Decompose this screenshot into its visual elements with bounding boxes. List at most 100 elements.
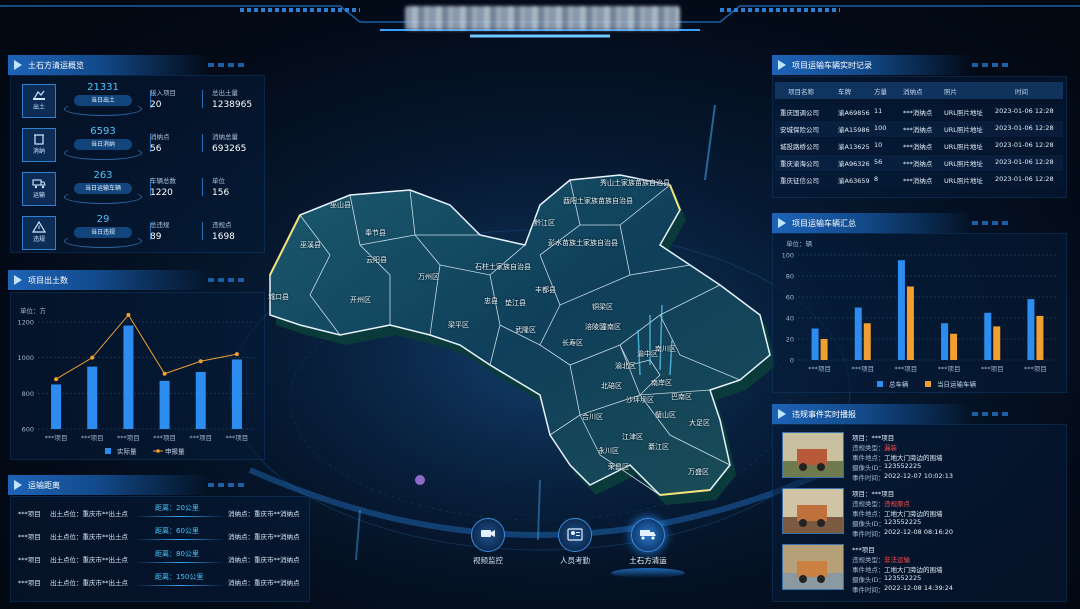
map-district-label[interactable]: 城口县 [268, 292, 289, 302]
map-district-label[interactable]: 巴南区 [671, 392, 692, 402]
stat-value-1: 56 [150, 144, 162, 154]
event-field-value: 123552225 [884, 574, 922, 582]
title-arrow-icon [14, 60, 22, 70]
y-tick-label: 60 [786, 294, 794, 302]
event-field-key: 事件时间： [852, 530, 885, 538]
overview-panel-title: 土石方清运概览 [8, 55, 248, 75]
map-district-label[interactable]: 南川区 [655, 344, 676, 354]
table-cell: 渝A13625 [838, 143, 870, 151]
bar [195, 371, 206, 429]
table-cell: 100 [874, 124, 887, 132]
map-district-label[interactable]: 酉阳土家族苗族自治县 [563, 196, 633, 206]
chongqing-map[interactable] [240, 165, 780, 515]
realtime-column-header: 照片 [944, 88, 957, 96]
map-district-label[interactable]: 黔江区 [534, 218, 555, 228]
divider [202, 90, 203, 108]
output-panel-title: 项目出土数 [8, 270, 248, 290]
x-tick-label: ***项目 [808, 365, 831, 373]
distance-origin: 出土点位：重庆市**出土点 [50, 533, 128, 541]
nav-button-1[interactable] [471, 518, 505, 552]
nav-label[interactable]: 土石方清运 [618, 555, 678, 566]
warning-icon: 违规 [22, 216, 56, 250]
nav-button-2[interactable] [558, 518, 592, 552]
y-tick-label: 1000 [17, 354, 34, 362]
realtime-column-header: 消纳点 [903, 88, 923, 96]
event-field-key: 事件地点： [852, 566, 885, 574]
y-tick-label: 20 [786, 336, 794, 344]
stat-value-2: 156 [212, 188, 230, 198]
event-field-key: 违规类型： [852, 556, 885, 564]
bar [159, 380, 170, 429]
legend-swatch [156, 449, 160, 453]
map-district-label[interactable]: 渝北区 [615, 361, 636, 371]
map-district-label[interactable]: 万盛区 [688, 467, 709, 477]
stat-today-value: 263 [93, 170, 113, 181]
nav-label[interactable]: 视频监控 [458, 555, 518, 566]
realtime-panel-title: 项目运输车辆实时记录 [772, 55, 1012, 75]
bar [897, 260, 905, 360]
distance-title: 运输距离 [28, 480, 60, 490]
legend-swatch [105, 448, 111, 454]
event-photo[interactable] [782, 432, 844, 478]
event-photo[interactable] [782, 488, 844, 534]
stat-value-1: 20 [150, 100, 162, 110]
nav-label[interactable]: 人员考勤 [545, 555, 605, 566]
map-district-label[interactable]: 武隆区 [515, 325, 536, 335]
map-district-label[interactable]: 石柱土家族自治县 [475, 262, 531, 272]
disposal-icon: 消纳 [22, 128, 56, 162]
truck-icon: 运输 [22, 172, 56, 206]
map-district-label[interactable]: 大足区 [689, 418, 710, 428]
bar [87, 366, 98, 429]
map-district-label[interactable]: 沙坪坝区 [626, 395, 654, 405]
title-decoration [972, 63, 1012, 67]
map-district-label[interactable]: 铜梁区 [592, 302, 613, 312]
line-series [55, 314, 238, 380]
map-district-label[interactable]: 江津区 [622, 432, 643, 442]
map-district-label[interactable]: 北碚区 [601, 381, 622, 391]
map-district-label[interactable]: 丰都县 [535, 285, 556, 295]
stat-key-1: 接入项目 [150, 89, 176, 97]
output-bar-chart: 60080010001200***项目 ***项目 ***项目 ***项目 ***项目 *… [17, 312, 255, 456]
realtime-column-header: 车牌 [838, 88, 851, 96]
person-badge-icon [567, 526, 583, 545]
map-district-label[interactable]: 潼南区 [600, 322, 621, 332]
map-district-label[interactable]: 璧山区 [655, 410, 676, 420]
divider [202, 222, 203, 240]
stat-key-1: 总违规 [150, 221, 170, 229]
map-district-label[interactable]: 永川区 [598, 446, 619, 456]
table-cell: 渝A63659 [838, 177, 870, 185]
map-district-label[interactable]: 渝中区 [637, 349, 658, 359]
line-point [90, 355, 95, 360]
map-district-label[interactable]: 巫山县 [330, 200, 351, 210]
map-district-label[interactable]: 秀山土家族苗族自治县 [600, 178, 670, 188]
map-district-label[interactable]: 忠县 [484, 296, 498, 306]
nav-button-3[interactable] [631, 518, 665, 552]
map-district-label[interactable]: 奉节县 [365, 228, 386, 238]
map-district-label[interactable]: 云阳县 [366, 255, 387, 265]
map-district-label[interactable]: 綦江区 [648, 442, 669, 452]
bar [950, 333, 958, 360]
event-field-value: 123552225 [884, 462, 922, 470]
map-district-label[interactable]: 万州区 [418, 272, 439, 282]
map-district-label[interactable]: 合川区 [582, 412, 603, 422]
bar [863, 323, 871, 360]
map-district-label[interactable]: 长寿区 [562, 338, 583, 348]
overview-stat-row: 消纳 6593 当日消纳 消纳点 56 消纳总量 693265 [22, 126, 257, 166]
x-tick-label: ***项目 [981, 365, 1004, 373]
event-photo[interactable] [782, 544, 844, 590]
legend-swatch [925, 381, 931, 387]
distance-dest: 消纳点：重庆市**消纳点 [228, 579, 300, 587]
table-cell: 重庆国调公司 [780, 109, 819, 117]
stat-key-2: 总出土量 [212, 89, 238, 97]
event-field-key: 事件时间： [852, 474, 885, 482]
table-cell: 10 [874, 141, 883, 149]
dump-truck-icon [639, 526, 657, 545]
map-district-label[interactable]: 巫溪县 [300, 240, 321, 250]
map-district-label[interactable]: 垫江县 [505, 298, 526, 308]
map-district-label[interactable]: 荣昌区 [608, 462, 629, 472]
map-district-label[interactable]: 梁平区 [448, 320, 469, 330]
bar [123, 325, 134, 429]
map-district-label[interactable]: 开州区 [350, 295, 371, 305]
map-district-label[interactable]: 南岸区 [651, 378, 672, 388]
map-district-label[interactable]: 彭水苗族土家族自治县 [548, 238, 618, 248]
